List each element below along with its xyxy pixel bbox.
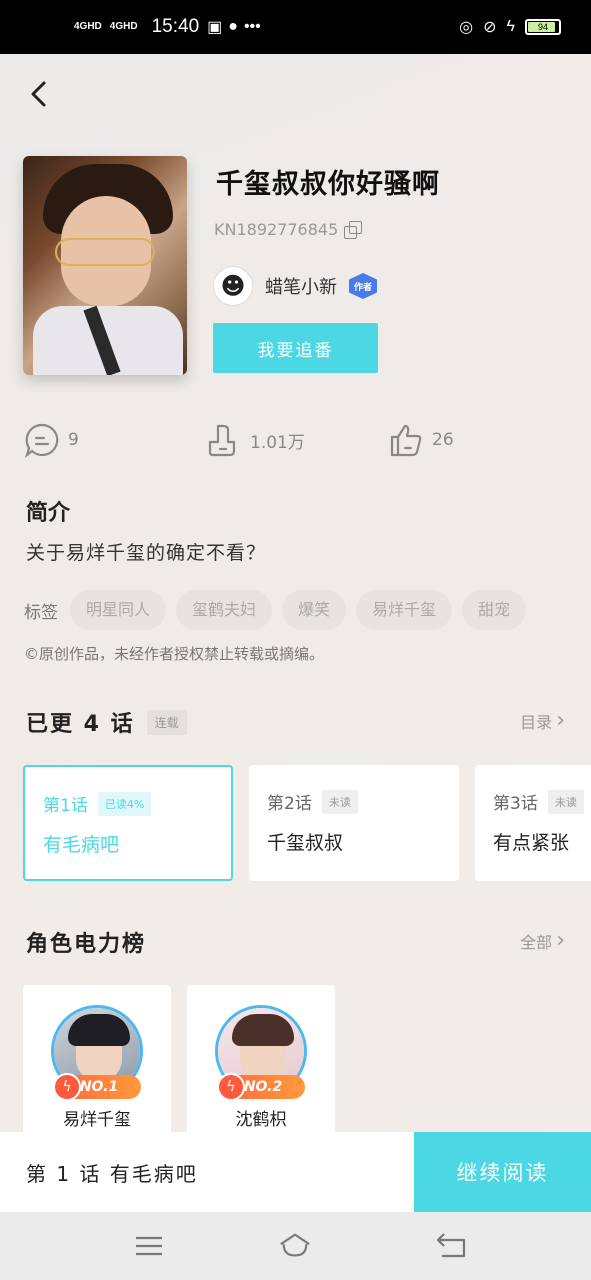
episode-card-1[interactable]: 第1话 已读4% 有毛病吧 [23,765,233,881]
episode-number: 第1话 [43,796,88,816]
chevron-left-icon [31,81,46,107]
intro-text: 关于易烊千玺的确定不看？ [26,542,267,564]
episodes-header: 已更 4 话 连载 [26,706,187,738]
chevron-right-icon: › [556,708,565,733]
tag-chip[interactable]: 玺鹤夫妇 [176,590,273,630]
serial-status-badge: 连载 [146,709,187,735]
book-id: KN1892776845 [214,220,339,239]
follow-button[interactable]: 我要追番 [213,323,378,373]
charging-icon: ϟ [506,18,515,35]
tags-label: 标签 [24,602,58,623]
chevron-right-icon: › [556,928,565,953]
thumbs-down-icon [208,424,236,457]
comment-stat[interactable]: 9 [24,422,79,458]
character-name: 沈鹤枳 [235,1110,287,1130]
notification-icon: ▣ [207,19,223,36]
comment-icon [24,423,59,458]
tag-chip[interactable]: 爆笑 [282,590,347,630]
all-characters-link[interactable]: 全部 › [520,928,565,953]
author-name[interactable]: 蜡笔小新 [265,273,337,299]
all-characters-label[interactable]: 全部 [520,929,552,953]
back-arrow-icon [436,1233,466,1258]
like-stat[interactable]: 26 [388,422,454,458]
author-badge: 作者 [349,273,377,299]
episode-number: 第3话 [493,794,538,814]
back-button[interactable] [26,78,54,110]
characters-title: 角色电力榜 [26,932,147,957]
home-button[interactable] [278,1230,314,1262]
character-name: 易烊千玺 [63,1110,131,1130]
menu-icon [136,1236,162,1256]
catalog-link[interactable]: 目录 › [520,708,565,733]
comment-count: 9 [68,430,79,450]
characters-header: 角色电力榜 [26,926,146,958]
chat-icon: ● [228,18,238,35]
book-title: 千玺叔叔你好骚啊 [216,169,440,200]
episode-list: 第1话 已读4% 有毛病吧 第2话 未读 千玺叔叔 第3话 未读 有点紧张 [23,765,591,881]
location-icon: ◎ [459,19,474,36]
character-card-2[interactable]: NO.2 ϟ 沈鹤枳 [187,985,335,1135]
episode-name: 有点紧张 [493,832,570,854]
like-count: 26 [432,430,454,450]
episodes-title: 已更 4 话 [26,712,135,737]
dislike-count: 1.01万 [250,432,305,453]
character-list: NO.1 ϟ 易烊千玺 NO.2 ϟ 沈鹤枳 [23,985,591,1135]
lightning-icon: ϟ [217,1073,245,1101]
lightning-icon: ϟ [53,1073,81,1101]
tag-chip[interactable]: 甜宠 [462,590,527,630]
tag-chip[interactable]: 明星同人 [70,590,167,630]
episode-number: 第2话 [267,794,312,814]
episode-name: 千玺叔叔 [267,832,344,854]
tags-row: 标签 明星同人 玺鹤夫妇 爆笑 易烊千玺 甜宠 [24,590,527,630]
episode-card-3[interactable]: 第3话 未读 有点紧张 [475,765,591,881]
bottom-action-bar: 第 1 话 有毛病吧 继续阅读 [0,1132,591,1212]
battery-level: 94 [537,22,548,32]
system-nav-bar [0,1212,591,1280]
unread-badge: 未读 [321,789,358,814]
status-bar: 4GHD 4GHD 15:40 ▣ ● ••• ◎ ⊘ ϟ 94 [0,0,591,54]
mute-icon: ⊘ [483,19,497,36]
character-card-1[interactable]: NO.1 ϟ 易烊千玺 [23,985,171,1135]
battery-icon: 94 [525,19,561,35]
author-row[interactable]: ☻ 蜡笔小新 作者 [213,266,377,306]
catalog-label[interactable]: 目录 [520,709,552,733]
intro-heading: 简介 [26,501,71,526]
signal-indicator-2: 4GHD [109,21,138,32]
stats-row: 9 1.01万 26 [24,422,584,466]
copy-icon[interactable] [344,220,363,239]
tag-chip[interactable]: 易烊千玺 [356,590,453,630]
book-id-row: KN1892776845 [214,220,363,239]
unread-badge: 未读 [547,789,584,814]
clock: 15:40 [151,16,200,37]
episode-card-2[interactable]: 第2话 未读 千玺叔叔 [249,765,459,881]
continue-reading-button[interactable]: 继续阅读 [414,1132,591,1212]
menu-button[interactable] [132,1230,166,1262]
episode-name: 有毛病吧 [43,834,120,856]
home-icon [280,1233,310,1257]
dislike-stat[interactable]: 1.01万 [206,422,305,458]
back-nav-button[interactable] [434,1230,468,1262]
book-cover [23,156,187,375]
current-episode-label[interactable]: 第 1 话 有毛病吧 [26,1158,198,1187]
read-progress-badge: 已读4% [97,791,152,816]
more-icon: ••• [243,18,261,35]
signal-indicator-1: 4GHD [74,21,102,32]
thumbs-up-icon [390,424,422,457]
author-avatar[interactable]: ☻ [213,266,253,306]
copyright-notice: ©原创作品，未经作者授权禁止转载或摘编。 [24,645,325,663]
